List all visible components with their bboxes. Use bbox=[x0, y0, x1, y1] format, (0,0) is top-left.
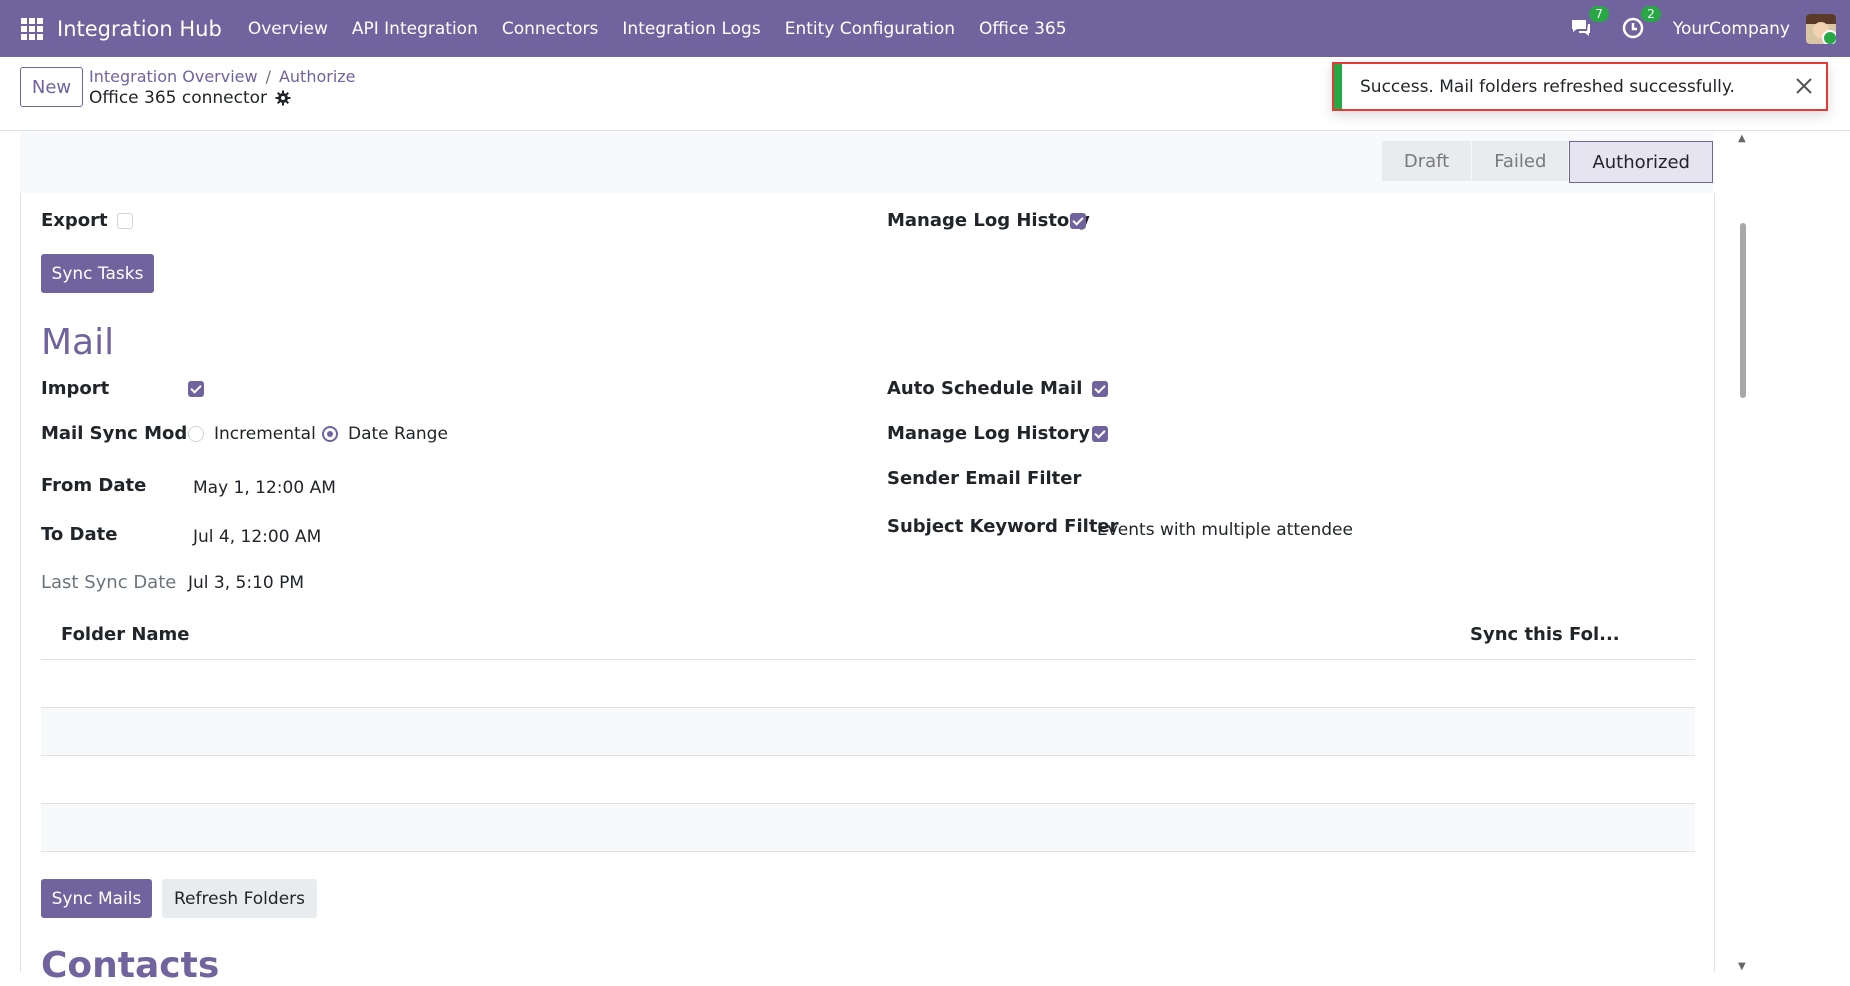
sync-mode-date-range-radio[interactable] bbox=[322, 426, 338, 442]
close-icon[interactable] bbox=[1792, 74, 1816, 98]
mail-manage-log-label: Manage Log History bbox=[887, 423, 1090, 444]
nav-integration-logs[interactable]: Integration Logs bbox=[622, 19, 760, 39]
sync-mails-button[interactable]: Sync Mails bbox=[41, 879, 152, 918]
mail-folders-table: Folder Name Sync this Fol... bbox=[41, 612, 1695, 852]
user-avatar[interactable] bbox=[1806, 13, 1836, 44]
mail-section-title: Mail bbox=[41, 322, 115, 363]
activities-badge: 2 bbox=[1641, 5, 1661, 22]
sync-mode-incremental-radio[interactable] bbox=[188, 426, 204, 442]
messages-button[interactable]: 7 bbox=[1569, 5, 1609, 42]
company-switcher[interactable]: YourCompany bbox=[1673, 19, 1790, 39]
table-row bbox=[41, 804, 1695, 852]
stage-pipeline: Draft Failed Authorized bbox=[1381, 141, 1713, 183]
subject-keyword-filter-label: Subject Keyword Filter bbox=[887, 516, 1119, 537]
scroll-down-arrow-icon[interactable]: ▼ bbox=[1738, 961, 1746, 972]
subject-keyword-filter-field[interactable]: Events with multiple attendee bbox=[1097, 520, 1353, 540]
tasks-manage-log-checkbox[interactable] bbox=[1070, 213, 1086, 229]
activities-button[interactable]: 2 bbox=[1621, 5, 1661, 42]
top-navbar: Integration Hub Overview API Integration… bbox=[0, 0, 1850, 57]
mail-import-checkbox[interactable] bbox=[188, 381, 204, 397]
from-date-field[interactable]: May 1, 12:00 AM bbox=[193, 478, 336, 498]
breadcrumb-authorize[interactable]: Authorize bbox=[279, 67, 356, 86]
to-date-label: To Date bbox=[41, 524, 118, 545]
mail-sync-mode-label: Mail Sync Mode bbox=[41, 423, 200, 444]
tasks-manage-log-label: Manage Log History bbox=[887, 210, 1090, 231]
scroll-thumb[interactable] bbox=[1740, 223, 1746, 398]
refresh-folders-button[interactable]: Refresh Folders bbox=[162, 879, 317, 918]
table-header: Folder Name Sync this Fol... bbox=[41, 612, 1695, 660]
record-title-row: Office 365 connector bbox=[89, 88, 291, 108]
table-row bbox=[41, 660, 1695, 708]
scroll-up-arrow-icon[interactable]: ▲ bbox=[1738, 133, 1746, 144]
page-scrollbar[interactable]: ▲ ▼ bbox=[1736, 131, 1750, 972]
nav-office-365[interactable]: Office 365 bbox=[979, 19, 1066, 39]
stage-failed[interactable]: Failed bbox=[1472, 141, 1569, 181]
table-row bbox=[41, 708, 1695, 756]
sync-tasks-button[interactable]: Sync Tasks bbox=[41, 254, 154, 293]
success-notification: Success. Mail folders refreshed successf… bbox=[1332, 62, 1828, 111]
export-checkbox[interactable] bbox=[117, 213, 133, 229]
status-bar: Draft Failed Authorized bbox=[20, 131, 1713, 194]
to-date-field[interactable]: Jul 4, 12:00 AM bbox=[193, 527, 321, 547]
sync-mode-date-range-label[interactable]: Date Range bbox=[348, 424, 448, 444]
nav-overview[interactable]: Overview bbox=[248, 19, 328, 39]
mail-manage-log-checkbox[interactable] bbox=[1092, 426, 1108, 442]
export-label: Export bbox=[41, 210, 108, 231]
mail-import-label: Import bbox=[41, 378, 110, 399]
stage-authorized[interactable]: Authorized bbox=[1569, 141, 1713, 183]
sync-mode-incremental-label[interactable]: Incremental bbox=[214, 424, 316, 444]
contacts-section-title: Contacts bbox=[41, 945, 220, 986]
apps-menu-icon[interactable] bbox=[21, 17, 43, 40]
nav-entity-configuration[interactable]: Entity Configuration bbox=[785, 19, 955, 39]
app-brand[interactable]: Integration Hub bbox=[57, 17, 222, 41]
breadcrumb: Integration Overview / Authorize bbox=[89, 67, 356, 86]
clock-icon bbox=[1622, 17, 1644, 38]
nav-connectors[interactable]: Connectors bbox=[502, 19, 599, 39]
messages-badge: 7 bbox=[1589, 5, 1609, 22]
record-title: Office 365 connector bbox=[89, 88, 268, 108]
sender-email-filter-field[interactable] bbox=[1097, 470, 1597, 494]
success-indicator bbox=[1334, 64, 1342, 109]
table-row bbox=[41, 756, 1695, 804]
chat-icon bbox=[1571, 19, 1590, 36]
last-sync-date-label: Last Sync Date bbox=[41, 572, 177, 593]
notification-message: Success. Mail folders refreshed successf… bbox=[1360, 77, 1735, 97]
gear-icon[interactable] bbox=[275, 90, 291, 106]
auto-schedule-mail-checkbox[interactable] bbox=[1092, 381, 1108, 397]
from-date-label: From Date bbox=[41, 475, 147, 496]
nav-api-integration[interactable]: API Integration bbox=[352, 19, 478, 39]
column-sync-this-folder[interactable]: Sync this Fol... bbox=[1470, 624, 1620, 645]
online-status-icon bbox=[1822, 29, 1836, 44]
auto-schedule-mail-label: Auto Schedule Mail bbox=[887, 378, 1083, 399]
breadcrumb-integration-overview[interactable]: Integration Overview bbox=[89, 67, 258, 86]
sender-email-filter-label: Sender Email Filter bbox=[887, 468, 1082, 489]
last-sync-date-value: Jul 3, 5:10 PM bbox=[188, 573, 305, 593]
column-folder-name[interactable]: Folder Name bbox=[61, 624, 190, 645]
stage-draft[interactable]: Draft bbox=[1381, 141, 1472, 181]
new-button[interactable]: New bbox=[20, 67, 83, 107]
